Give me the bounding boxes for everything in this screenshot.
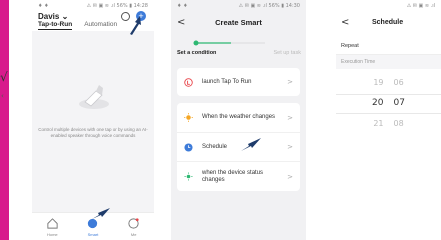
- pointer-arrow-icon: [241, 138, 261, 151]
- empty-state-text: Control multiple devices with one tap or…: [38, 127, 148, 138]
- top-navigation: < Create Smart: [171, 11, 306, 33]
- nav-home-label: Home: [46, 232, 58, 237]
- chevron-right-icon: >: [287, 172, 293, 181]
- nav-home[interactable]: Home: [37, 217, 67, 237]
- tab-automation[interactable]: Automation: [84, 21, 117, 30]
- profile-icon: [128, 218, 139, 229]
- top-navigation: < Schedule: [336, 11, 441, 33]
- condition-device-status-row[interactable]: when the device status changes >: [177, 161, 300, 191]
- arrow-marker: ‹: [1, 92, 4, 100]
- back-button[interactable]: <: [341, 17, 349, 28]
- hand-tap-icon: [184, 77, 193, 87]
- status-right: ⚠ ✉ ▣ ≋ .ıl 56% ▮ 14:28: [86, 2, 148, 9]
- clock-icon: [184, 142, 193, 152]
- step-set-condition: Set a condition: [177, 50, 217, 56]
- minute-value: 07: [393, 98, 405, 108]
- chevron-right-icon: >: [287, 143, 293, 151]
- execution-time-header: Execution Time: [336, 55, 441, 69]
- execution-time-label: Execution Time: [341, 59, 376, 65]
- nav-me-label: Me: [130, 232, 137, 237]
- schedule-screen: ⚠ ✉ ▣ ≋ .ıl < Schedule Repeat Execution …: [336, 0, 441, 240]
- hour-value: 19: [373, 78, 384, 87]
- tab-tap-to-run[interactable]: Tap-to-Run: [38, 21, 73, 30]
- page-title: Schedule: [372, 18, 404, 26]
- status-bar: ♦ ♦ ⚠ ✉ ▣ ≋ .ıl 56% ▮ 14:28: [32, 0, 154, 11]
- time-option[interactable]: 21 08: [336, 119, 441, 128]
- chevron-right-icon: >: [287, 78, 293, 86]
- selection-line: [336, 113, 441, 114]
- minute-value: 06: [393, 78, 404, 87]
- home-selector[interactable]: Davis ⌄: [38, 12, 68, 21]
- launch-card: launch Tap To Run >: [177, 68, 300, 96]
- step-set-up-task: Set up task: [273, 50, 301, 56]
- status-right: ⚠ ✉ ▣ ≋ .ıl 56% ▮ 14:30: [238, 2, 300, 9]
- hour-value: 20: [372, 98, 384, 108]
- condition-schedule-row[interactable]: Schedule >: [177, 132, 300, 161]
- status-left: ♦ ♦: [177, 2, 188, 9]
- pointer-arrow-icon: [92, 208, 110, 219]
- chevron-right-icon: >: [287, 113, 293, 122]
- sun-icon: [184, 113, 193, 122]
- time-option-selected[interactable]: 20 07: [336, 98, 441, 108]
- scene-tabs: Tap-to-Run Automation: [38, 21, 117, 30]
- home-icon: [47, 218, 58, 229]
- back-button[interactable]: <: [177, 17, 185, 28]
- page-margin-bar: [0, 0, 9, 240]
- status-bar: ♦ ♦ ⚠ ✉ ▣ ≋ .ıl 56% ▮ 14:30: [171, 0, 306, 11]
- page-title: Create Smart: [215, 17, 262, 27]
- condition-weather-label: When the weather changes: [202, 114, 276, 120]
- launch-tap-to-run-label: launch Tap To Run: [202, 78, 252, 85]
- condition-weather-row[interactable]: When the weather changes >: [177, 103, 300, 132]
- device-icon: [184, 172, 193, 181]
- check-mark: √: [0, 70, 8, 84]
- pointer-arrow-icon: [130, 16, 141, 35]
- hour-value: 21: [373, 119, 384, 128]
- create-smart-screen: ♦ ♦ ⚠ ✉ ▣ ≋ .ıl 56% ▮ 14:30 < Create Sma…: [171, 0, 306, 240]
- nav-me[interactable]: Me: [119, 217, 149, 237]
- selection-line: [336, 94, 441, 95]
- time-picker[interactable]: 19 06 20 07 21 08: [336, 69, 441, 133]
- condition-list: When the weather changes > Schedule > wh…: [177, 103, 300, 191]
- status-bar: ⚠ ✉ ▣ ≋ .ıl: [336, 0, 441, 11]
- repeat-row[interactable]: Repeat: [336, 37, 441, 55]
- time-option[interactable]: 19 06: [336, 78, 441, 87]
- status-left: ♦ ♦: [38, 2, 49, 9]
- empty-state-illustration: [79, 85, 109, 109]
- launch-tap-to-run-row[interactable]: launch Tap To Run >: [177, 68, 300, 96]
- step-progress: [193, 40, 265, 46]
- repeat-label: Repeat: [341, 42, 359, 49]
- nav-smart-label: Smart: [87, 232, 99, 237]
- condition-device-status-label: when the device status changes: [202, 169, 264, 183]
- status-right: ⚠ ✉ ▣ ≋ .ıl: [406, 2, 435, 9]
- step-labels: Set a condition Set up task: [177, 50, 301, 56]
- minute-value: 08: [393, 119, 404, 128]
- smart-home-screen: ♦ ♦ ⚠ ✉ ▣ ≋ .ıl 56% ▮ 14:28 Davis ⌄ + Ta…: [32, 0, 154, 240]
